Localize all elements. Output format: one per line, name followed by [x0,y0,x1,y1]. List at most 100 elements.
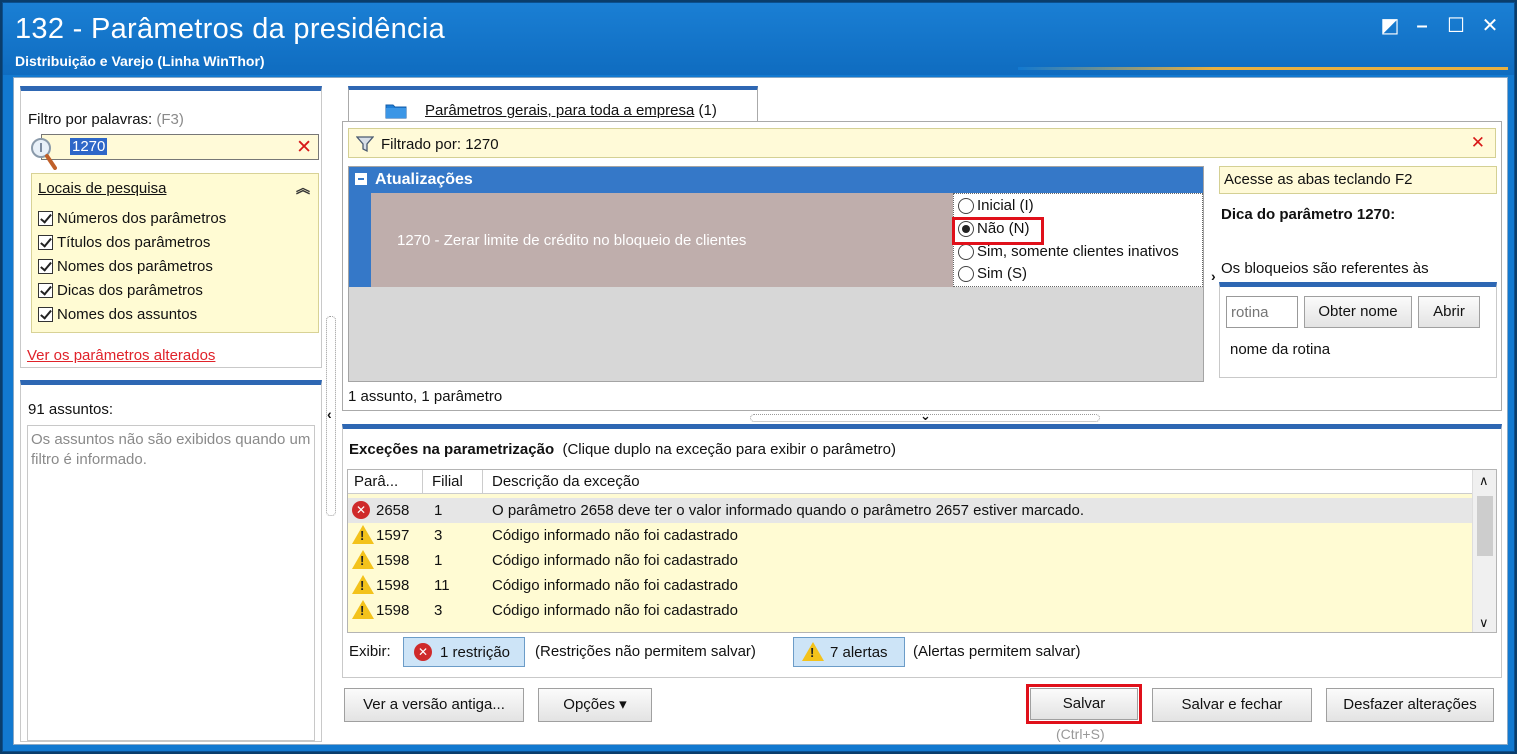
group-header[interactable]: Atualizações [349,167,1203,193]
routine-input[interactable] [1226,296,1298,328]
radio-button[interactable] [958,197,974,214]
old-version-button[interactable]: Ver a versão antiga... [344,688,524,722]
filter-panel: Filtro por palavras: (F3) 1270 ✕ Locais … [20,86,322,368]
scroll-thumb[interactable] [1477,496,1493,556]
filtered-text: Filtrado por: 1270 [381,136,499,153]
alerts-toggle-button[interactable]: 7 alertas [793,637,905,667]
checkbox-row[interactable]: Números dos parâmetros [38,210,226,227]
radio-option-inicial[interactable]: Inicial (I) [958,197,1034,214]
checkbox-checked[interactable] [38,283,53,298]
alerts-label: 7 alertas [830,644,888,661]
routine-name: nome da rotina [1230,341,1331,358]
close-button[interactable]: ✕ [1477,13,1503,39]
title-bar[interactable]: 132 - Parâmetros da presidência Distribu… [3,3,1514,75]
group-title: Atualizações [375,171,473,188]
funnel-icon [356,136,374,153]
radio-label: Inicial (I) [977,197,1034,214]
column-header-filial[interactable]: Filial [432,473,463,490]
get-name-button[interactable]: Obter nome [1304,296,1412,328]
cell-filial: 3 [434,602,443,619]
cell-filial: 3 [434,527,443,544]
column-header-description[interactable]: Descrição da exceção [492,473,640,490]
checkbox-row[interactable]: Títulos dos parâmetros [38,234,210,251]
checkbox-label: Nomes dos parâmetros [57,258,213,275]
undo-changes-button[interactable]: Desfazer alterações [1326,688,1494,722]
table-row[interactable]: 1598 3 Código informado não foi cadastra… [348,598,1472,623]
subjects-panel: 91 assuntos: Os assuntos não são exibido… [20,380,322,742]
routine-box: Obter nome Abrir nome da rotina [1219,282,1497,378]
collapse-chevron-icon[interactable]: ︽ [296,178,310,198]
cell-description: Código informado não foi cadastrado [492,577,738,594]
cell-description: Código informado não foi cadastrado [492,602,738,619]
alerts-note: (Alertas permitem salvar) [913,643,1081,660]
restrictions-toggle-button[interactable]: ✕ 1 restrição [403,637,525,667]
radio-option-sim-inativos[interactable]: Sim, somente clientes inativos [958,243,1179,260]
filter-label: Filtro por palavras: (F3) [28,111,184,128]
app-window: 132 - Parâmetros da presidência Distribu… [2,2,1515,752]
exceptions-table: Parâ... Filial Descrição da exceção ✕ 26… [347,469,1497,633]
table-row[interactable]: 1597 3 Código informado não foi cadastra… [348,523,1472,548]
checkbox-checked[interactable] [38,307,53,322]
tab-access-hint: Acesse as abas teclando F2 [1219,166,1497,194]
clear-filtered-icon[interactable]: ✕ [1471,133,1485,153]
save-shortcut-hint: (Ctrl+S) [1056,726,1105,742]
restore-button[interactable]: ◩ [1377,13,1403,39]
filtered-bar: Filtrado por: 1270 ✕ [348,128,1496,158]
radio-label: Sim, somente clientes inativos [977,243,1179,260]
options-dropdown-button[interactable]: Opções ▾ [538,688,652,722]
cell-param: 1598 [376,602,410,619]
checkbox-checked[interactable] [38,211,53,226]
checkbox-row[interactable]: Dicas dos parâmetros [38,282,203,299]
tab-strip: Parâmetros gerais, para toda a empresa (… [342,86,1502,122]
column-divider [422,470,423,494]
tab-general-parameters[interactable]: Parâmetros gerais, para toda a empresa (… [348,86,758,122]
highlight-box [952,217,1044,245]
column-header-param[interactable]: Parâ... [354,473,398,490]
radio-button[interactable] [958,265,974,282]
table-row[interactable]: 1598 1 Código informado não foi cadastra… [348,548,1472,573]
exceptions-panel: Exceções na parametrização (Clique duplo… [342,424,1502,678]
highlight-box [1026,684,1142,724]
checkbox-row[interactable]: Nomes dos assuntos [38,306,197,323]
expand-right-icon[interactable]: › [1211,268,1216,284]
table-row[interactable]: 1598 11 Código informado não foi cadastr… [348,573,1472,598]
client-area: Filtro por palavras: (F3) 1270 ✕ Locais … [13,77,1508,745]
vertical-scrollbar[interactable]: ∧ ∨ [1472,470,1496,632]
radio-label: Sim (S) [977,265,1027,282]
checkbox-label: Dicas dos parâmetros [57,282,203,299]
checkbox-row[interactable]: Nomes dos parâmetros [38,258,213,275]
clear-filter-icon[interactable]: ✕ [296,136,312,159]
open-button[interactable]: Abrir [1418,296,1480,328]
cell-param: 1597 [376,527,410,544]
checkbox-label: Nomes dos assuntos [57,306,198,323]
warning-icon [352,600,374,619]
radio-option-sim[interactable]: Sim (S) [958,265,1027,282]
scroll-up-icon[interactable]: ∧ [1479,473,1489,489]
checkbox-checked[interactable] [38,259,53,274]
search-box[interactable]: 1270 ✕ [41,134,319,160]
scroll-down-icon[interactable]: ∨ [1479,615,1489,631]
table-row[interactable]: ✕ 2658 1 O parâmetro 2658 deve ter o val… [348,498,1472,523]
search-locations-box: Locais de pesquisa ︽ Números dos parâmet… [31,173,319,333]
collapse-left-icon[interactable]: ‹ [327,406,332,422]
cell-description: Código informado não foi cadastrado [492,527,738,544]
filter-label-text: Filtro por palavras: [28,111,153,128]
minimize-button[interactable]: – [1409,13,1435,39]
changed-parameters-link[interactable]: Ver os parâmetros alterados [27,347,215,364]
search-input[interactable]: 1270 [70,138,108,155]
expand-down-icon[interactable]: ⌄ [920,408,931,424]
tip-panel: Acesse as abas teclando F2 Dica do parâm… [1219,166,1497,386]
grid-summary: 1 assunto, 1 parâmetro [348,388,503,405]
exceptions-title-text: Exceções na parametrização [349,441,555,458]
checkbox-checked[interactable] [38,235,53,250]
window-title: 132 - Parâmetros da presidência [15,13,446,45]
folder-icon [385,104,407,119]
maximize-button[interactable]: ☐ [1443,13,1469,39]
search-locations-title[interactable]: Locais de pesquisa [38,180,166,197]
radio-button[interactable] [958,243,974,260]
collapse-group-icon[interactable] [355,173,367,185]
parameter-description-cell[interactable]: 1270 - Zerar limite de crédito no bloque… [371,193,953,287]
cell-description: Código informado não foi cadastrado [492,552,738,569]
subjects-list[interactable]: Os assuntos não são exibidos quando um f… [27,425,315,741]
save-and-close-button[interactable]: Salvar e fechar [1152,688,1312,722]
